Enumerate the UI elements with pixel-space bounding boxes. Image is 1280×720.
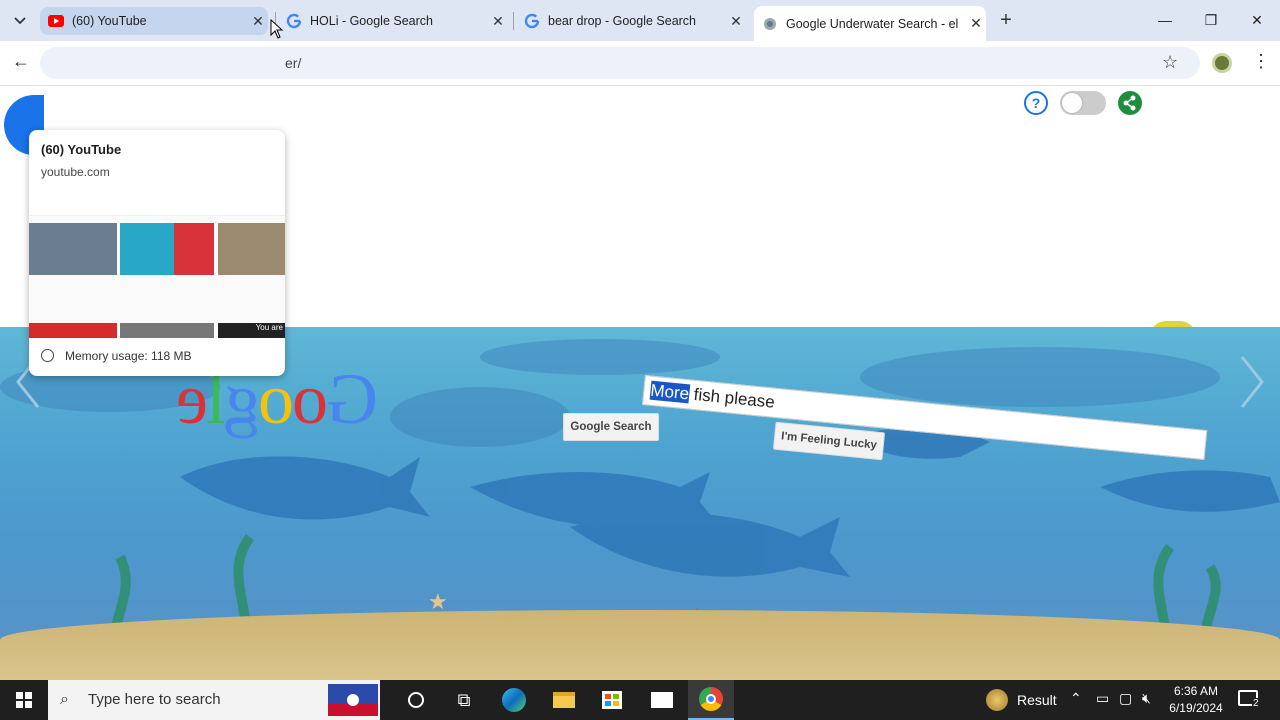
chevron-up-icon[interactable]: ⌃ xyxy=(1070,690,1082,707)
close-icon[interactable]: ✕ xyxy=(966,15,986,32)
youtube-icon xyxy=(48,13,64,29)
sand xyxy=(0,610,1280,680)
tab-title: (60) YouTube xyxy=(72,14,147,28)
google-search-button[interactable]: Google Search xyxy=(563,413,659,441)
address-bar[interactable]: er/ xyxy=(40,47,1200,79)
preview-header xyxy=(29,188,285,216)
minimize-button[interactable]: — xyxy=(1142,0,1188,40)
bookmark-star-icon[interactable]: ☆ xyxy=(1162,52,1178,73)
page-content: ? elgooG Google Search More fish please … xyxy=(0,87,1280,680)
notification-center-icon[interactable]: 2 xyxy=(1238,690,1260,709)
toggle-knob xyxy=(1062,93,1082,113)
extension-icon[interactable] xyxy=(1212,53,1232,73)
clock-time: 6:36 AM xyxy=(1173,684,1219,698)
weather-text[interactable]: Result xyxy=(1017,692,1057,708)
preview-thumb xyxy=(218,223,285,275)
help-icon[interactable]: ? xyxy=(1024,91,1048,115)
edge-icon[interactable] xyxy=(494,684,534,716)
logo-letter: G xyxy=(327,359,378,439)
cortana-icon[interactable] xyxy=(396,684,436,716)
weather-icon[interactable] xyxy=(986,689,1008,711)
browser-toolbar: ← er/ ☆ ⋮ xyxy=(0,41,1280,86)
memory-icon xyxy=(41,349,54,362)
tab-title: Google Underwater Search - el xyxy=(786,16,959,31)
preview-thumb xyxy=(29,323,117,338)
logo-letter: o xyxy=(293,359,328,439)
new-tab-button[interactable]: + xyxy=(994,8,1018,32)
search-icon: ⌕ xyxy=(60,691,69,708)
tab-bear-drop[interactable]: bear drop - Google Search ✕ xyxy=(516,7,746,35)
taskbar-search-box[interactable]: ⌕ Type here to search xyxy=(48,680,380,720)
preview-thumb: You are xyxy=(218,323,285,338)
windows-taskbar: ⌕ Type here to search ⧉ Result ⌃ ▭ ▢ 🔇︎ … xyxy=(0,680,1280,720)
notification-count: 2 xyxy=(1252,698,1260,709)
back-button[interactable]: ← xyxy=(8,51,34,75)
chevron-down-icon xyxy=(14,17,26,25)
google-icon xyxy=(286,13,302,29)
share-icon[interactable] xyxy=(1118,91,1142,115)
hovercard-domain: youtube.com xyxy=(41,165,110,179)
address-text: er/ xyxy=(285,55,302,71)
tab-strip: (60) YouTube ✕ HOLi - Google Search ✕ be… xyxy=(0,0,1280,41)
memory-usage: Memory usage: 118 MB xyxy=(65,349,192,363)
page-preview: You are xyxy=(29,188,285,338)
store-icon[interactable] xyxy=(592,684,632,716)
menu-icon[interactable]: ⋮ xyxy=(1252,51,1270,72)
taskbar-search-placeholder: Type here to search xyxy=(88,691,221,708)
tab-youtube[interactable]: (60) YouTube ✕ xyxy=(40,7,268,35)
google-icon xyxy=(524,13,540,29)
network-icon[interactable]: ▢ xyxy=(1119,690,1132,707)
mouse-cursor-icon xyxy=(270,19,284,39)
hovercard-title: (60) YouTube xyxy=(41,142,122,157)
task-view-icon[interactable]: ⧉ xyxy=(444,684,484,716)
underwater-icon xyxy=(762,16,778,32)
tab-search-button[interactable] xyxy=(6,8,34,34)
close-icon[interactable]: ✕ xyxy=(726,13,746,30)
underwater-scene: elgooG Google Search More fish please I'… xyxy=(0,327,1280,680)
clock[interactable]: 6:36 AM 6/19/2024 xyxy=(1166,683,1226,717)
dark-mode-toggle[interactable] xyxy=(1060,91,1106,115)
clock-date: 6/19/2024 xyxy=(1169,701,1223,715)
meet-icon[interactable]: ▭ xyxy=(1096,690,1109,707)
close-icon[interactable]: ✕ xyxy=(488,13,508,30)
close-window-button[interactable]: ✕ xyxy=(1234,0,1280,40)
mail-icon[interactable] xyxy=(642,684,682,716)
restore-button[interactable]: ❐ xyxy=(1188,0,1234,40)
preview-thumb xyxy=(120,223,214,275)
tab-underwater[interactable]: Google Underwater Search - el ✕ xyxy=(754,6,986,41)
volume-muted-icon[interactable]: 🔇︎ xyxy=(1142,690,1151,707)
tab-hover-card: (60) YouTube youtube.com You are Memory … xyxy=(29,130,285,376)
search-text: fish please xyxy=(688,384,776,412)
chrome-icon[interactable] xyxy=(688,680,734,720)
tab-divider xyxy=(513,12,514,30)
windows-start-icon[interactable] xyxy=(4,684,44,716)
selected-text: More xyxy=(649,380,691,404)
close-icon[interactable]: ✕ xyxy=(248,13,268,30)
tab-title: bear drop - Google Search xyxy=(548,14,697,28)
tab-title: HOLi - Google Search xyxy=(310,14,433,28)
file-explorer-icon[interactable] xyxy=(544,684,584,716)
preview-thumb xyxy=(29,223,117,275)
preview-thumb xyxy=(120,323,214,338)
tab-holi[interactable]: HOLi - Google Search ✕ xyxy=(278,7,508,35)
news-flag-icon xyxy=(328,684,378,716)
